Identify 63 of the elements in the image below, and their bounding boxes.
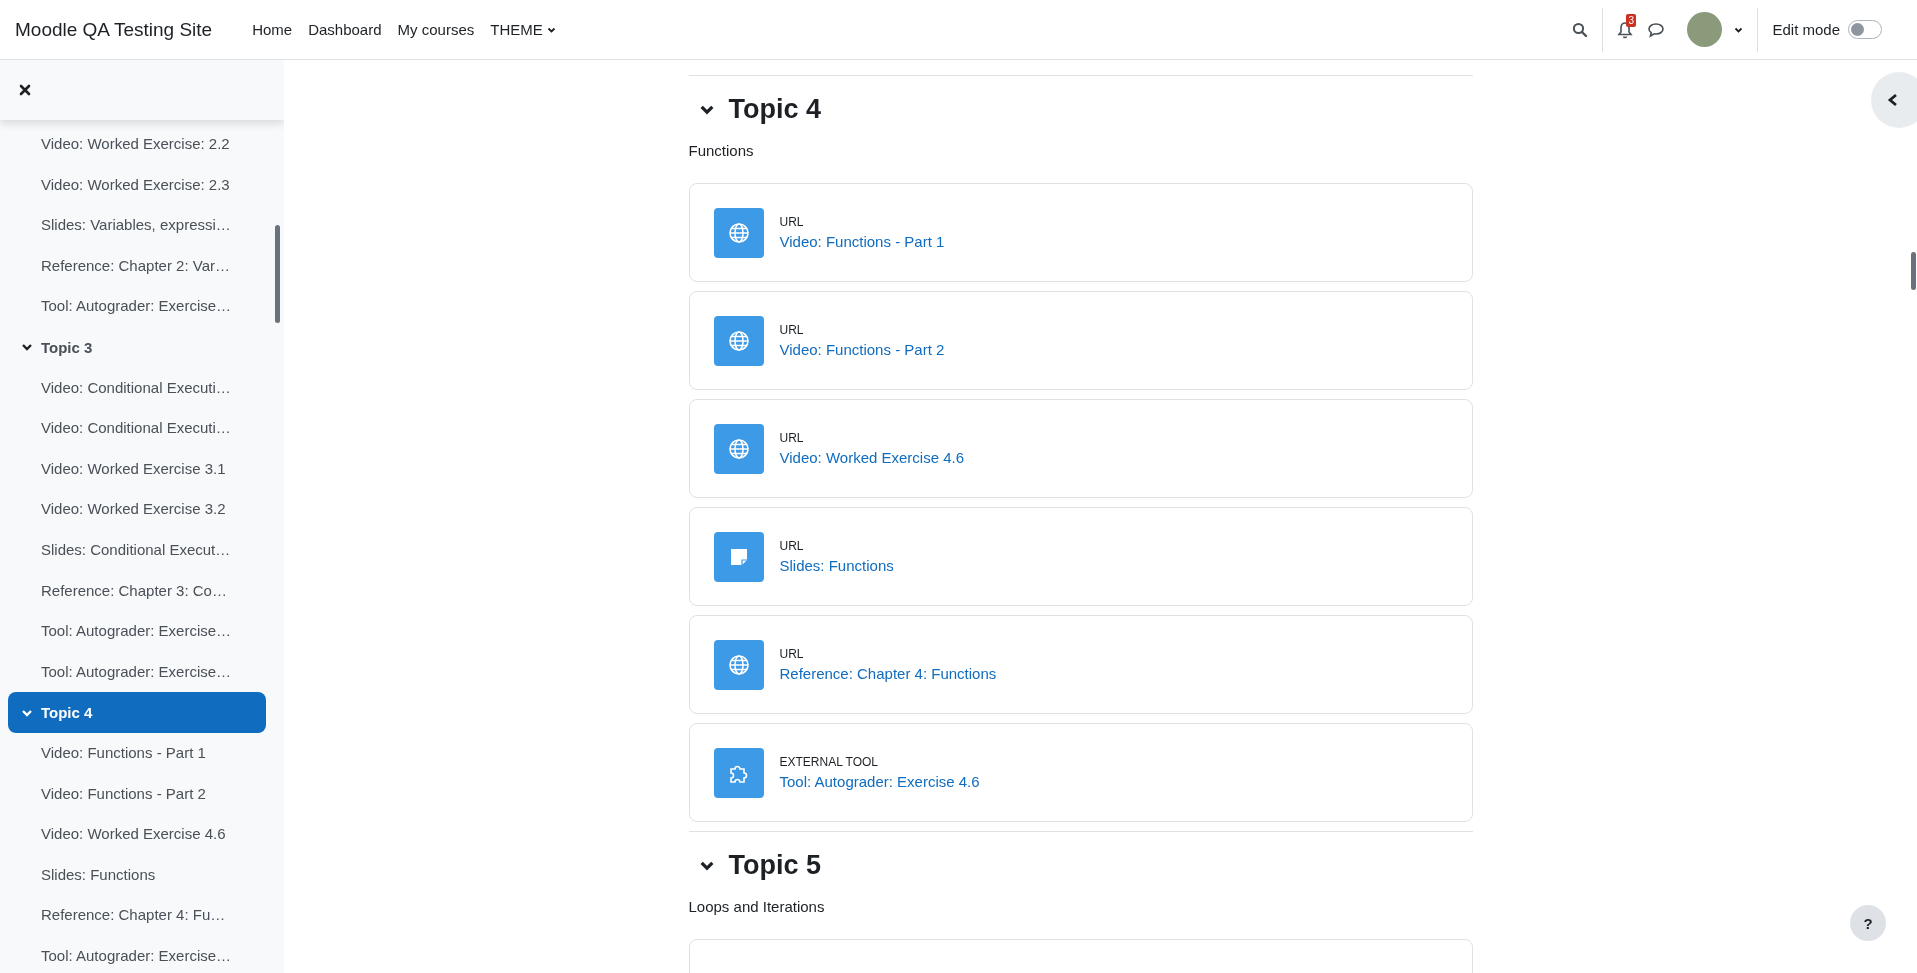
nav-link[interactable]: My courses: [389, 21, 483, 38]
activity-link[interactable]: Tool: Autograder: Exercise 4.6: [779, 773, 980, 790]
globe-icon: [727, 329, 750, 352]
caret-icon[interactable]: [1734, 26, 1744, 33]
edit-mode-toggle[interactable]: [1848, 20, 1882, 39]
activity-type: URL: [779, 215, 805, 229]
course-index-link[interactable]: Tool: Autograder: Exercise…: [0, 611, 284, 652]
globe-icon: [727, 437, 750, 460]
course-index-link[interactable]: Video: Worked Exercise 4.6: [0, 814, 284, 855]
activity-link[interactable]: Slides: Functions: [779, 557, 894, 574]
section-title: Topic 5: [728, 849, 821, 881]
course-index-link[interactable]: Video: Conditional Executi…: [0, 408, 284, 449]
edit-mode-label: Edit mode: [1772, 21, 1840, 38]
course-index-link[interactable]: Video: Worked Exercise 3.1: [0, 448, 284, 490]
course-index-link[interactable]: Reference: Chapter 3: Co…: [0, 570, 284, 612]
search-icon[interactable]: [1572, 21, 1589, 38]
course-index-link[interactable]: Slides: Conditional Execut…: [0, 529, 284, 571]
activity-link[interactable]: Reference: Chapter 4: Functions: [779, 665, 997, 682]
section-summary: Functions: [688, 142, 755, 159]
chevron-down-icon[interactable]: [698, 103, 715, 115]
course-index-section[interactable]: Topic 4: [8, 692, 266, 733]
help-button[interactable]: ?: [1850, 905, 1886, 941]
course-index-link[interactable]: Tool: Autograder: Exercise…: [0, 935, 284, 973]
chevron-down-icon[interactable]: [21, 343, 33, 352]
course-index-link[interactable]: Reference: Chapter 2: Var…: [0, 245, 284, 287]
course-index-link[interactable]: Video: Worked Exercise 3.2: [0, 489, 284, 530]
course-index-link[interactable]: Slides: Functions: [0, 854, 284, 896]
activity-link[interactable]: Video: Worked Exercise 4.6: [779, 449, 965, 466]
section-summary: Loops and Iterations: [688, 898, 826, 915]
scrollbar-thumb[interactable]: [275, 225, 280, 323]
chevron-down-icon[interactable]: [698, 859, 715, 871]
course-index-link[interactable]: Tool: Autograder: Exercise…: [0, 286, 284, 327]
user-avatar[interactable]: [1687, 12, 1723, 47]
globe-icon: [727, 653, 750, 676]
drawer-toggle[interactable]: [1871, 72, 1917, 128]
activity-link[interactable]: Video: Functions - Part 2: [779, 341, 945, 358]
course-index-link[interactable]: Video: Functions - Part 2: [0, 773, 284, 815]
course-index-link[interactable]: Video: Functions - Part 1: [0, 732, 284, 774]
section-title: Topic 4: [728, 93, 821, 125]
course-index-link[interactable]: Video: Worked Exercise: 2.3: [0, 164, 284, 206]
caret-icon: [546, 26, 556, 33]
chat-icon[interactable]: [1647, 21, 1666, 38]
activity-type: EXTERNAL TOOL: [779, 755, 879, 769]
nav-link[interactable]: Dashboard: [300, 21, 390, 38]
activity-link[interactable]: Video: Functions - Part 1: [779, 233, 945, 250]
nav-link[interactable]: Home: [244, 21, 301, 38]
course-index-link[interactable]: Slides: Variables, expressi…: [0, 205, 284, 246]
activity-type: URL: [779, 431, 805, 445]
course-index-link[interactable]: Reference: Chapter 4: Fu…: [0, 895, 284, 936]
nav-link[interactable]: THEME: [482, 21, 564, 38]
scrollbar-thumb[interactable]: [1911, 252, 1916, 290]
chevron-left-icon: [1887, 93, 1899, 107]
course-index-link[interactable]: Video: Worked Exercise: 2.2: [0, 124, 284, 165]
activity-type: URL: [779, 539, 805, 553]
site-name[interactable]: Moodle QA Testing Site: [15, 18, 213, 41]
course-index-section[interactable]: Topic 3: [8, 326, 266, 368]
globe-icon: [727, 221, 750, 244]
activity-type: URL: [779, 323, 805, 337]
course-index-link[interactable]: Tool: Autograder: Exercise…: [0, 651, 284, 693]
close-icon[interactable]: [19, 84, 31, 96]
activity-type: URL: [779, 647, 805, 661]
course-index-link[interactable]: Video: Conditional Executi…: [0, 367, 284, 409]
notification-badge: 3: [1626, 13, 1636, 27]
